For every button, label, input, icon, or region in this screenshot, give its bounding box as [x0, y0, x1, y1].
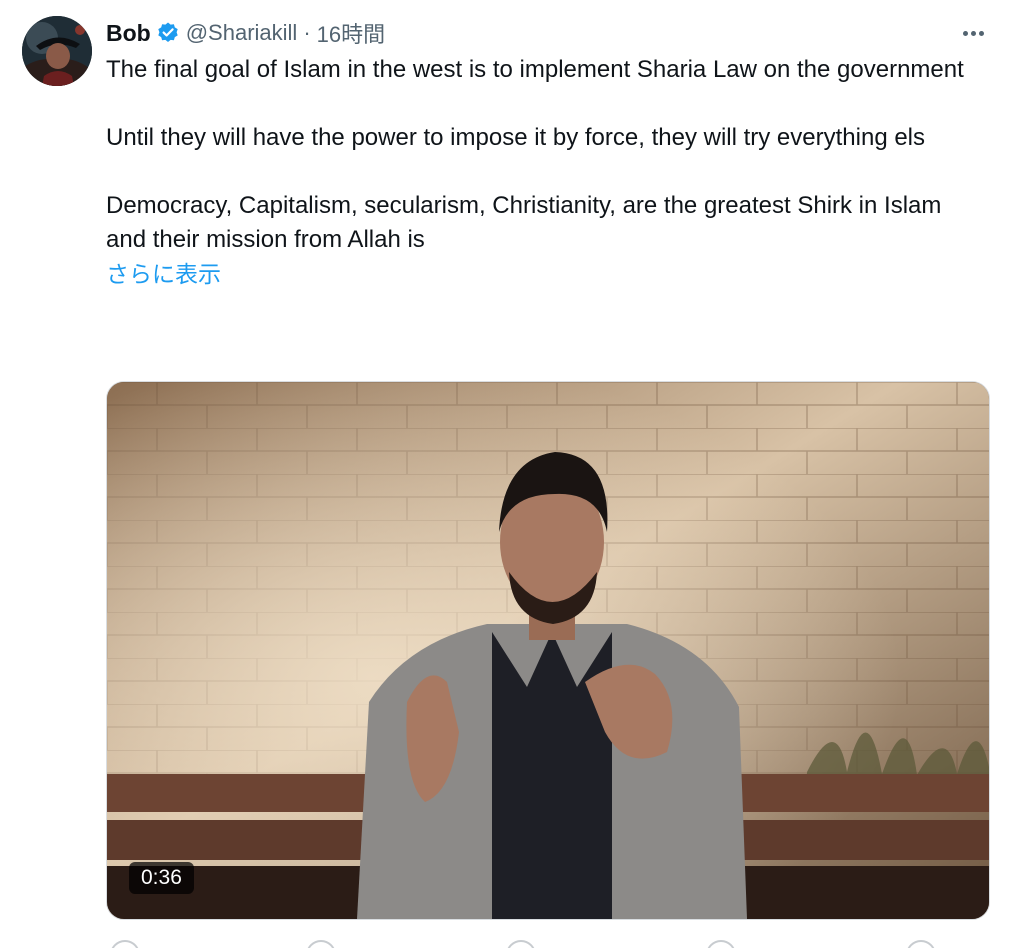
tweet-paragraph: Democracy, Capitalism, secularism, Chris…: [106, 192, 942, 253]
tweet-header: Bob @Shariakill · 16時間: [106, 18, 385, 48]
separator-dot: ·: [303, 20, 311, 45]
views-icon[interactable]: [706, 940, 736, 948]
tweet-paragraph: The final goal of Islam in the west is t…: [106, 56, 964, 83]
retweet-icon[interactable]: [306, 940, 336, 948]
verified-badge-icon: [156, 21, 180, 45]
timestamp[interactable]: 16時間: [317, 17, 385, 49]
tweet-paragraph: Until they will have the power to impose…: [106, 124, 926, 151]
video-duration: 0:36: [129, 862, 194, 894]
action-bar: [106, 936, 988, 948]
reply-icon[interactable]: [110, 940, 140, 948]
bookmark-icon[interactable]: [906, 940, 936, 948]
video-thumbnail: [107, 382, 989, 919]
tweet-text: The final goal of Islam in the west is t…: [106, 53, 986, 292]
show-more-link[interactable]: さらに表示: [106, 257, 221, 291]
like-icon[interactable]: [506, 940, 536, 948]
more-options-icon[interactable]: [956, 22, 990, 44]
user-handle[interactable]: @Shariakill: [186, 20, 298, 46]
avatar[interactable]: [22, 16, 92, 86]
display-name[interactable]: Bob: [106, 20, 151, 47]
tweet[interactable]: Bob @Shariakill · 16時間 The final goal of…: [0, 0, 1024, 948]
video-player[interactable]: 0:36: [106, 381, 990, 920]
